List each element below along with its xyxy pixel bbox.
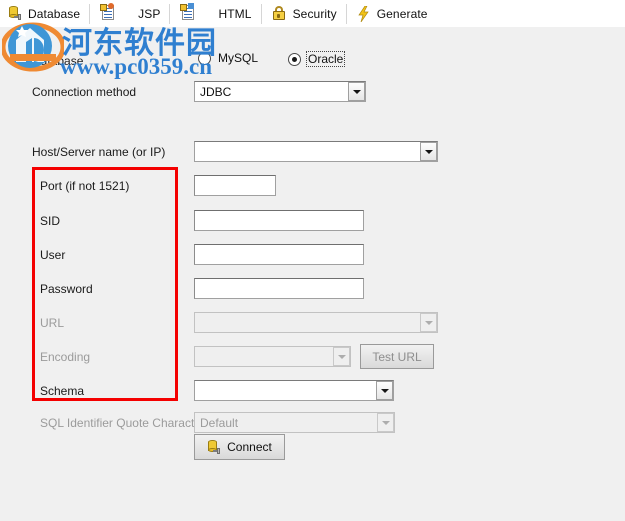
label-connection-method: Connection method xyxy=(32,85,137,99)
input-port[interactable] xyxy=(194,175,276,196)
tab-database[interactable]: Database xyxy=(0,0,89,27)
main-tab-bar: Database JSP HTML Security Generate xyxy=(0,0,625,27)
connect-button[interactable]: Connect xyxy=(194,434,285,460)
input-user[interactable] xyxy=(194,244,364,265)
chevron-down-icon xyxy=(377,413,394,432)
chevron-down-icon xyxy=(333,347,350,366)
radio-mysql[interactable]: MySQL xyxy=(198,51,260,65)
combo-url xyxy=(194,312,438,333)
chevron-down-icon[interactable] xyxy=(376,381,393,400)
tab-generate[interactable]: Generate xyxy=(347,0,437,27)
database-icon xyxy=(8,6,21,21)
radio-mysql-indicator[interactable] xyxy=(198,51,211,65)
label-encoding: Encoding xyxy=(40,350,91,364)
test-url-button-label: Test URL xyxy=(372,349,422,364)
tab-jsp[interactable]: JSP xyxy=(90,0,169,27)
label-url: URL xyxy=(40,316,65,330)
tab-jsp-label: JSP xyxy=(138,6,161,21)
chevron-down-icon[interactable] xyxy=(420,142,437,161)
combo-sql-identifier-quote-character: Default xyxy=(194,412,395,433)
tab-generate-label: Generate xyxy=(376,6,428,21)
input-password[interactable] xyxy=(194,278,364,299)
combo-connection-method-value: JDBC xyxy=(200,84,232,99)
tab-html[interactable]: HTML xyxy=(170,0,260,27)
input-sid[interactable] xyxy=(194,210,364,231)
lightning-bolt-icon xyxy=(357,5,370,22)
combo-encoding xyxy=(194,346,351,367)
tab-security[interactable]: Security xyxy=(262,0,346,27)
label-user: User xyxy=(40,248,66,262)
group-label-database: Database xyxy=(32,54,84,68)
chevron-down-icon[interactable] xyxy=(348,82,365,101)
radio-mysql-label: MySQL xyxy=(218,51,259,65)
label-sid: SID xyxy=(40,214,61,228)
label-password: Password xyxy=(40,282,93,296)
test-url-button[interactable]: Test URL xyxy=(360,344,434,369)
tab-html-label: HTML xyxy=(218,6,252,21)
radio-oracle-label: Oracle xyxy=(306,51,346,67)
combo-schema[interactable] xyxy=(194,380,394,401)
label-port: Port (if not 1521) xyxy=(40,179,130,193)
label-schema: Schema xyxy=(40,384,85,398)
html-document-icon xyxy=(180,3,196,22)
combo-host-server-name[interactable] xyxy=(194,141,438,162)
chevron-down-icon xyxy=(420,313,437,332)
radio-oracle[interactable]: Oracle xyxy=(288,51,346,67)
database-settings-panel: Database MySQL Oracle Connection method … xyxy=(0,27,625,521)
label-host-server-name: Host/Server name (or IP) xyxy=(32,145,166,159)
connect-button-label: Connect xyxy=(227,440,272,454)
label-sql-identifier-quote-character: SQL Identifier Quote Character xyxy=(40,416,205,430)
database-connect-icon xyxy=(207,440,221,455)
jsp-document-icon xyxy=(100,3,116,22)
tab-security-label: Security xyxy=(292,6,337,21)
lock-icon xyxy=(272,6,286,21)
combo-connection-method[interactable]: JDBC xyxy=(194,81,366,102)
radio-oracle-indicator[interactable] xyxy=(288,52,301,66)
tab-database-label: Database xyxy=(28,6,81,21)
combo-sql-identifier-quote-character-value: Default xyxy=(200,415,239,430)
